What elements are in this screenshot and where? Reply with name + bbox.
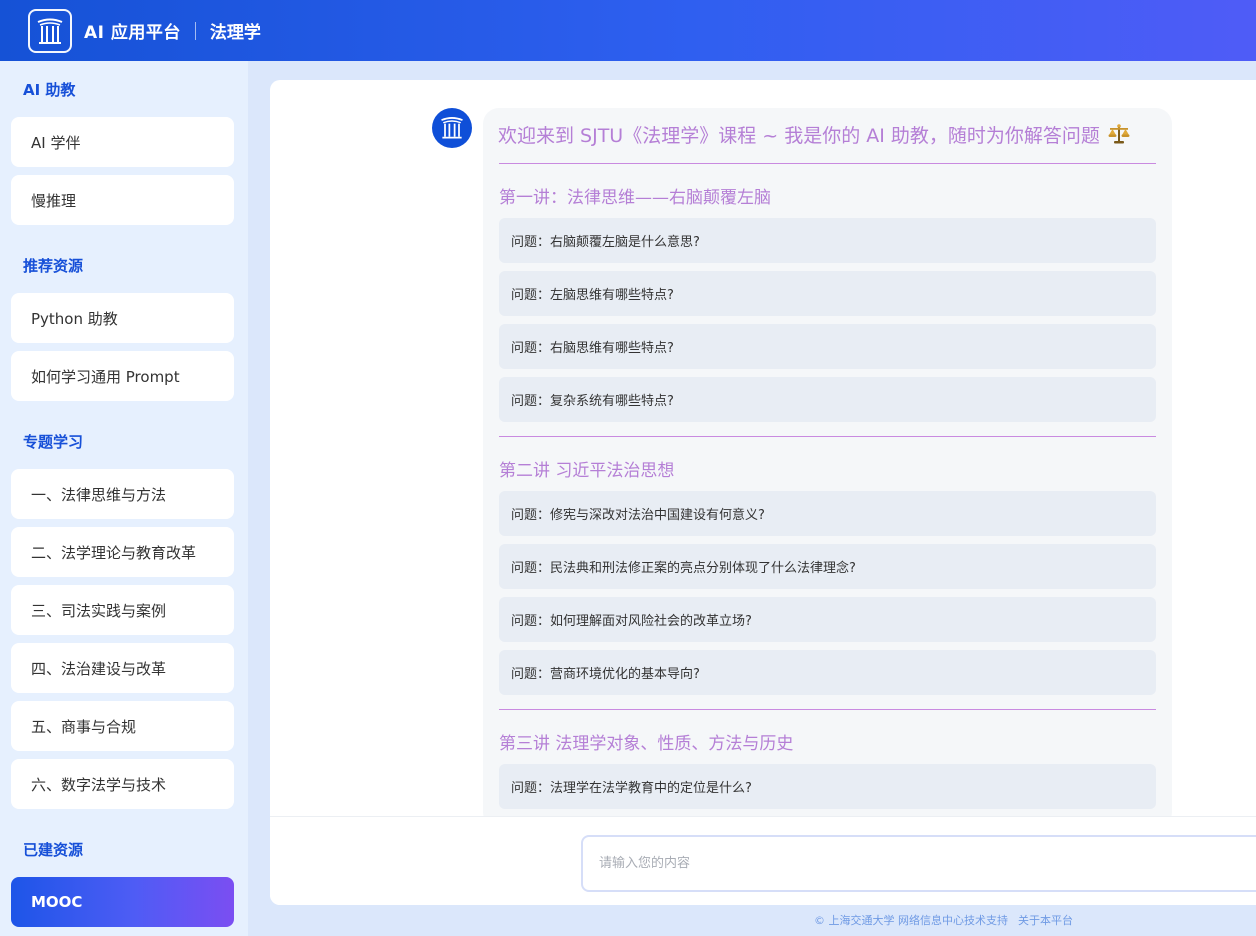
sidebar-item-topic-3[interactable]: 三、司法实践与案例 [11, 585, 234, 635]
bot-avatar-icon [432, 108, 472, 148]
footer: © 上海交通大学 网络信息中心技术支持 关于本平台 [814, 912, 1083, 928]
section-title-topics: 专题学习 [23, 433, 84, 451]
sidebar-item-mooc[interactable]: MOOC [11, 877, 234, 927]
sidebar-item-topic-5[interactable]: 五、商事与合规 [11, 701, 234, 751]
question-3-1[interactable]: 问题：法理学在法学教育中的定位是什么? [499, 764, 1156, 809]
sidebar-item-prompt-guide[interactable]: 如何学习通用 Prompt [11, 351, 234, 401]
sidebar-item-topic-6[interactable]: 六、数字法学与技术 [11, 759, 234, 809]
input-area [270, 816, 1256, 905]
sidebar-item-topic-1[interactable]: 一、法律思维与方法 [11, 469, 234, 519]
lecture-1-title: 第一讲：法律思维——右脑颠覆左脑 [499, 188, 771, 208]
question-1-1[interactable]: 问题：右脑颠覆左脑是什么意思? [499, 218, 1156, 263]
lecture-3-title: 第三讲 法理学对象、性质、方法与历史 [499, 734, 794, 754]
app-name[interactable]: AI 应用平台 [84, 18, 181, 43]
section-title-built: 已建资源 [23, 841, 84, 859]
footer-about-link[interactable]: 关于本平台 [1018, 914, 1073, 927]
assistant-message: 欢迎来到 SJTU《法理学》课程 ~ 我是你的 AI 助教，随时为你解答问题 第… [483, 108, 1172, 828]
question-2-2[interactable]: 问题：民法典和刑法修正案的亮点分别体现了什么法律理念? [499, 544, 1156, 589]
chat-input[interactable] [581, 835, 1256, 892]
divider [499, 163, 1156, 164]
welcome-message: 欢迎来到 SJTU《法理学》课程 ~ 我是你的 AI 助教，随时为你解答问题 [498, 121, 1130, 150]
sidebar-item-topic-4[interactable]: 四、法治建设与改革 [11, 643, 234, 693]
question-2-4[interactable]: 问题：营商环境优化的基本导向? [499, 650, 1156, 695]
question-2-1[interactable]: 问题：修宪与深改对法治中国建设有何意义? [499, 491, 1156, 536]
lecture-2-title: 第二讲 习近平法治思想 [499, 461, 675, 481]
course-name: 法理学 [209, 23, 261, 43]
question-2-3[interactable]: 问题：如何理解面对风险社会的改革立场? [499, 597, 1156, 642]
chat-panel: 欢迎来到 SJTU《法理学》课程 ~ 我是你的 AI 助教，随时为你解答问题 第… [270, 80, 1256, 905]
sidebar-item-ai-companion[interactable]: AI 学伴 [11, 117, 234, 167]
sidebar-item-topic-2[interactable]: 二、法学理论与教育改革 [11, 527, 234, 577]
header-divider [194, 21, 196, 40]
top-header: AI 应用平台 法理学 [0, 0, 1256, 61]
sjtu-logo-icon[interactable] [28, 8, 72, 53]
divider [499, 436, 1156, 437]
divider [499, 709, 1156, 710]
sidebar-item-python-assistant[interactable]: Python 助教 [11, 293, 234, 343]
footer-copyright: © 上海交通大学 网络信息中心技术支持 [814, 914, 1008, 927]
question-1-3[interactable]: 问题：右脑思维有哪些特点? [499, 324, 1156, 369]
sidebar-item-slow-reasoning[interactable]: 慢推理 [11, 175, 234, 225]
section-title-ai-assistant: AI 助教 [23, 81, 76, 99]
question-1-2[interactable]: 问题：左脑思维有哪些特点? [499, 271, 1156, 316]
question-1-4[interactable]: 问题：复杂系统有哪些特点? [499, 377, 1156, 422]
welcome-text: 欢迎来到 SJTU《法理学》课程 ~ 我是你的 AI 助教，随时为你解答问题 [498, 125, 1100, 147]
scale-icon [1108, 123, 1130, 150]
section-title-recommended: 推荐资源 [23, 257, 84, 275]
